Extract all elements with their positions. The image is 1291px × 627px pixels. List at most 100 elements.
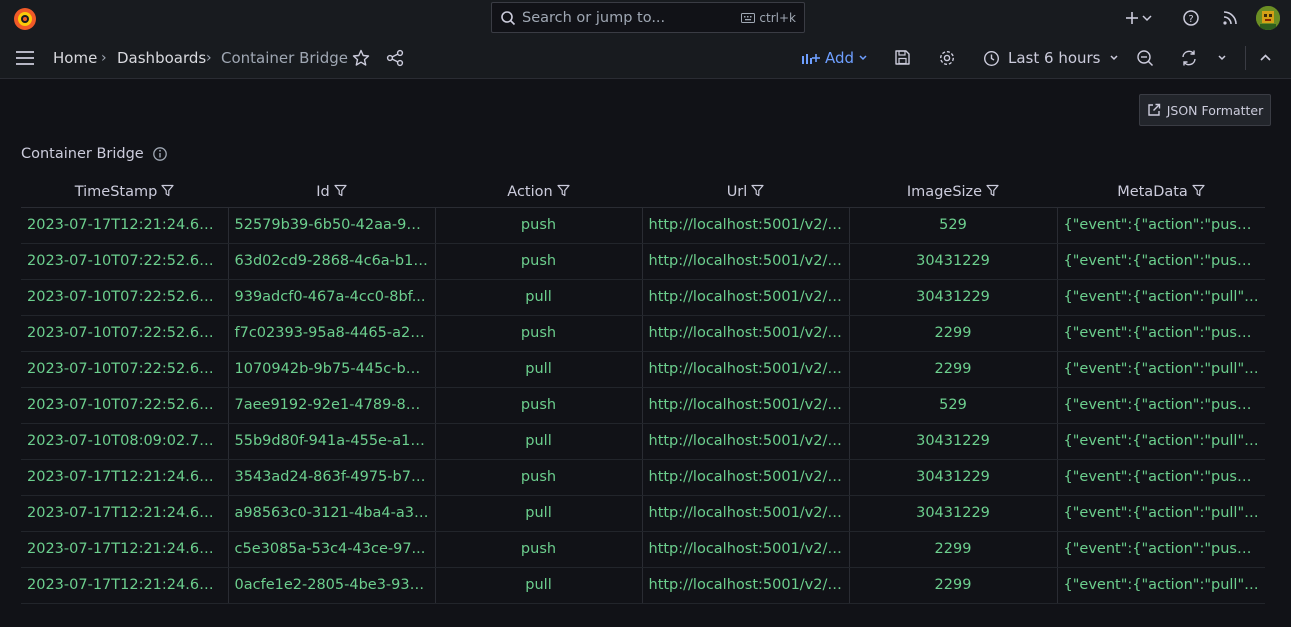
table-cell-id: f7c02393-95a8-4465-a2d... <box>228 315 436 352</box>
table-cell-metadata: {"event":{"action":"push","i... <box>1057 207 1265 244</box>
table-cell-action: pull <box>435 495 643 532</box>
column-header[interactable]: MetaData <box>1057 177 1265 208</box>
external-link-icon <box>1148 103 1160 116</box>
time-range-label: Last 6 hours <box>1008 49 1101 67</box>
table-row[interactable]: 2023-07-17T12:21:24.659... c5e3085a-53c4-… <box>21 531 1265 568</box>
table-cell-url: http://localhost:5001/v2/u... <box>642 459 850 496</box>
chevron-down-icon[interactable] <box>1141 8 1153 28</box>
table-cell-imagesize: 30431229 <box>849 495 1058 532</box>
table-cell-url: http://localhost:5001/v2/u... <box>642 387 850 424</box>
menu-icon[interactable] <box>15 50 35 66</box>
table-cell-action: push <box>435 387 643 424</box>
table-row[interactable]: 2023-07-10T07:22:52.642... 1070942b-9b75-… <box>21 351 1265 388</box>
search-shortcut-label: ctrl+k <box>759 10 796 25</box>
table-cell-timestamp: 2023-07-17T12:21:24.659... <box>21 531 229 568</box>
plus-icon[interactable] <box>1122 8 1142 28</box>
column-header-label: Id <box>316 183 330 200</box>
breadcrumb-separator: › <box>206 50 212 66</box>
table-cell-metadata: {"event":{"action":"push","i... <box>1057 387 1265 424</box>
breadcrumb-dashboards[interactable]: Dashboards <box>117 48 206 68</box>
table-cell-timestamp: 2023-07-10T07:22:52.617... <box>21 279 229 316</box>
table-row[interactable]: 2023-07-10T07:22:52.648... 7aee9192-92e1-… <box>21 387 1265 424</box>
settings-gear-icon[interactable] <box>938 49 956 67</box>
table-cell-url: http://localhost:5001/v2/u... <box>642 207 850 244</box>
filter-icon[interactable] <box>986 184 999 197</box>
table-row[interactable]: 2023-07-17T12:21:24.669... 52579b39-6b50-… <box>21 207 1265 244</box>
chevron-up-icon[interactable] <box>1259 52 1272 64</box>
column-header[interactable]: TimeStamp <box>21 177 228 208</box>
table-header-row: TimeStamp Id Action Url ImageSize MetaData <box>21 177 1265 208</box>
table-cell-url: http://localhost:5001/v2/u... <box>642 495 850 532</box>
search-input[interactable]: Search or jump to... ctrl+k <box>491 2 805 33</box>
add-panel-icon <box>802 54 820 64</box>
user-avatar[interactable] <box>1256 6 1280 30</box>
table-cell-action: push <box>435 243 643 280</box>
table-cell-imagesize: 2299 <box>849 351 1058 388</box>
help-icon[interactable]: ? <box>1181 8 1201 28</box>
table-cell-metadata: {"event":{"action":"push","i... <box>1057 459 1265 496</box>
filter-icon[interactable] <box>751 184 764 197</box>
table-cell-timestamp: 2023-07-10T07:22:52.642... <box>21 351 229 388</box>
table-cell-timestamp: 2023-07-17T12:21:24.636... <box>21 495 229 532</box>
add-button[interactable]: Add <box>801 46 868 70</box>
filter-icon[interactable] <box>1192 184 1205 197</box>
table-cell-id: 52579b39-6b50-42aa-96... <box>228 207 436 244</box>
table-cell-timestamp: 2023-07-17T12:21:24.6621... <box>21 567 229 604</box>
clock-icon <box>983 50 1000 66</box>
table-cell-metadata: {"event":{"action":"push","i... <box>1057 531 1265 568</box>
table-cell-url: http://localhost:5001/v2/u... <box>642 243 850 280</box>
table-row[interactable]: 2023-07-17T12:21:24.636... a98563c0-3121-… <box>21 495 1265 532</box>
table-cell-imagesize: 2299 <box>849 531 1058 568</box>
table-cell-action: push <box>435 207 643 244</box>
json-formatter-button[interactable]: JSON Formatter <box>1139 94 1271 126</box>
svg-text:?: ? <box>1188 14 1193 25</box>
table-cell-action: push <box>435 531 643 568</box>
table-cell-action: push <box>435 459 643 496</box>
info-icon[interactable] <box>152 146 168 162</box>
table-cell-imagesize: 2299 <box>849 315 1058 352</box>
refresh-icon[interactable] <box>1180 49 1198 67</box>
table-row[interactable]: 2023-07-10T07:22:52.639... f7c02393-95a8-… <box>21 315 1265 352</box>
table-row[interactable]: 2023-07-10T07:22:52.617... 939adcf0-467a-… <box>21 279 1265 316</box>
chevron-down-icon[interactable] <box>1217 53 1227 63</box>
grafana-logo-icon[interactable] <box>12 6 38 32</box>
filter-icon[interactable] <box>161 184 174 197</box>
table-cell-imagesize: 30431229 <box>849 243 1058 280</box>
column-header[interactable]: Action <box>435 177 642 208</box>
table-body: 2023-07-17T12:21:24.669... 52579b39-6b50-… <box>21 207 1265 604</box>
keyboard-shortcut: ctrl+k <box>741 11 796 25</box>
table-cell-id: 939adcf0-467a-4cc0-8bf... <box>228 279 436 316</box>
table-cell-id: 3543ad24-863f-4975-b7a... <box>228 459 436 496</box>
top-bar: Search or jump to... ctrl+k ? <box>0 0 1291 36</box>
table-row[interactable]: 2023-07-17T12:21:24.6621... 0acfe1e2-2805… <box>21 567 1265 604</box>
table-cell-timestamp: 2023-07-10T07:22:52.616... <box>21 243 229 280</box>
save-icon[interactable] <box>894 49 911 66</box>
toolbar-divider <box>1245 46 1246 70</box>
column-header[interactable]: Url <box>642 177 849 208</box>
table-cell-timestamp: 2023-07-17T12:21:24.633... <box>21 459 229 496</box>
rss-feed-icon[interactable] <box>1220 8 1240 28</box>
panel-title: Container Bridge <box>21 146 144 162</box>
filter-icon[interactable] <box>334 184 347 197</box>
table-row[interactable]: 2023-07-10T08:09:02.796... 55b9d80f-941a-… <box>21 423 1265 460</box>
chevron-down-icon <box>859 55 867 61</box>
table-row[interactable]: 2023-07-17T12:21:24.633... 3543ad24-863f-… <box>21 459 1265 496</box>
table-cell-url: http://localhost:5001/v2/u... <box>642 279 850 316</box>
table-cell-id: c5e3085a-53c4-43ce-97... <box>228 531 436 568</box>
table-row[interactable]: 2023-07-10T07:22:52.616... 63d02cd9-2868-… <box>21 243 1265 280</box>
column-header-label: TimeStamp <box>74 183 158 200</box>
star-icon[interactable] <box>352 49 370 67</box>
table-cell-url: http://localhost:5001/v2/u... <box>642 315 850 352</box>
data-table: TimeStamp Id Action Url ImageSize MetaData 20… <box>21 177 1265 604</box>
table-cell-url: http://localhost:5001/v2/u... <box>642 351 850 388</box>
column-header[interactable]: Id <box>228 177 435 208</box>
share-icon[interactable] <box>386 49 404 67</box>
filter-icon[interactable] <box>557 184 570 197</box>
table-cell-imagesize: 2299 <box>849 567 1058 604</box>
table-cell-id: 63d02cd9-2868-4c6a-b1a... <box>228 243 436 280</box>
breadcrumb-home[interactable]: Home <box>53 48 97 68</box>
table-cell-action: pull <box>435 567 643 604</box>
column-header[interactable]: ImageSize <box>849 177 1057 208</box>
time-range-picker[interactable]: Last 6 hours <box>983 46 1119 70</box>
zoom-out-icon[interactable] <box>1136 49 1154 67</box>
